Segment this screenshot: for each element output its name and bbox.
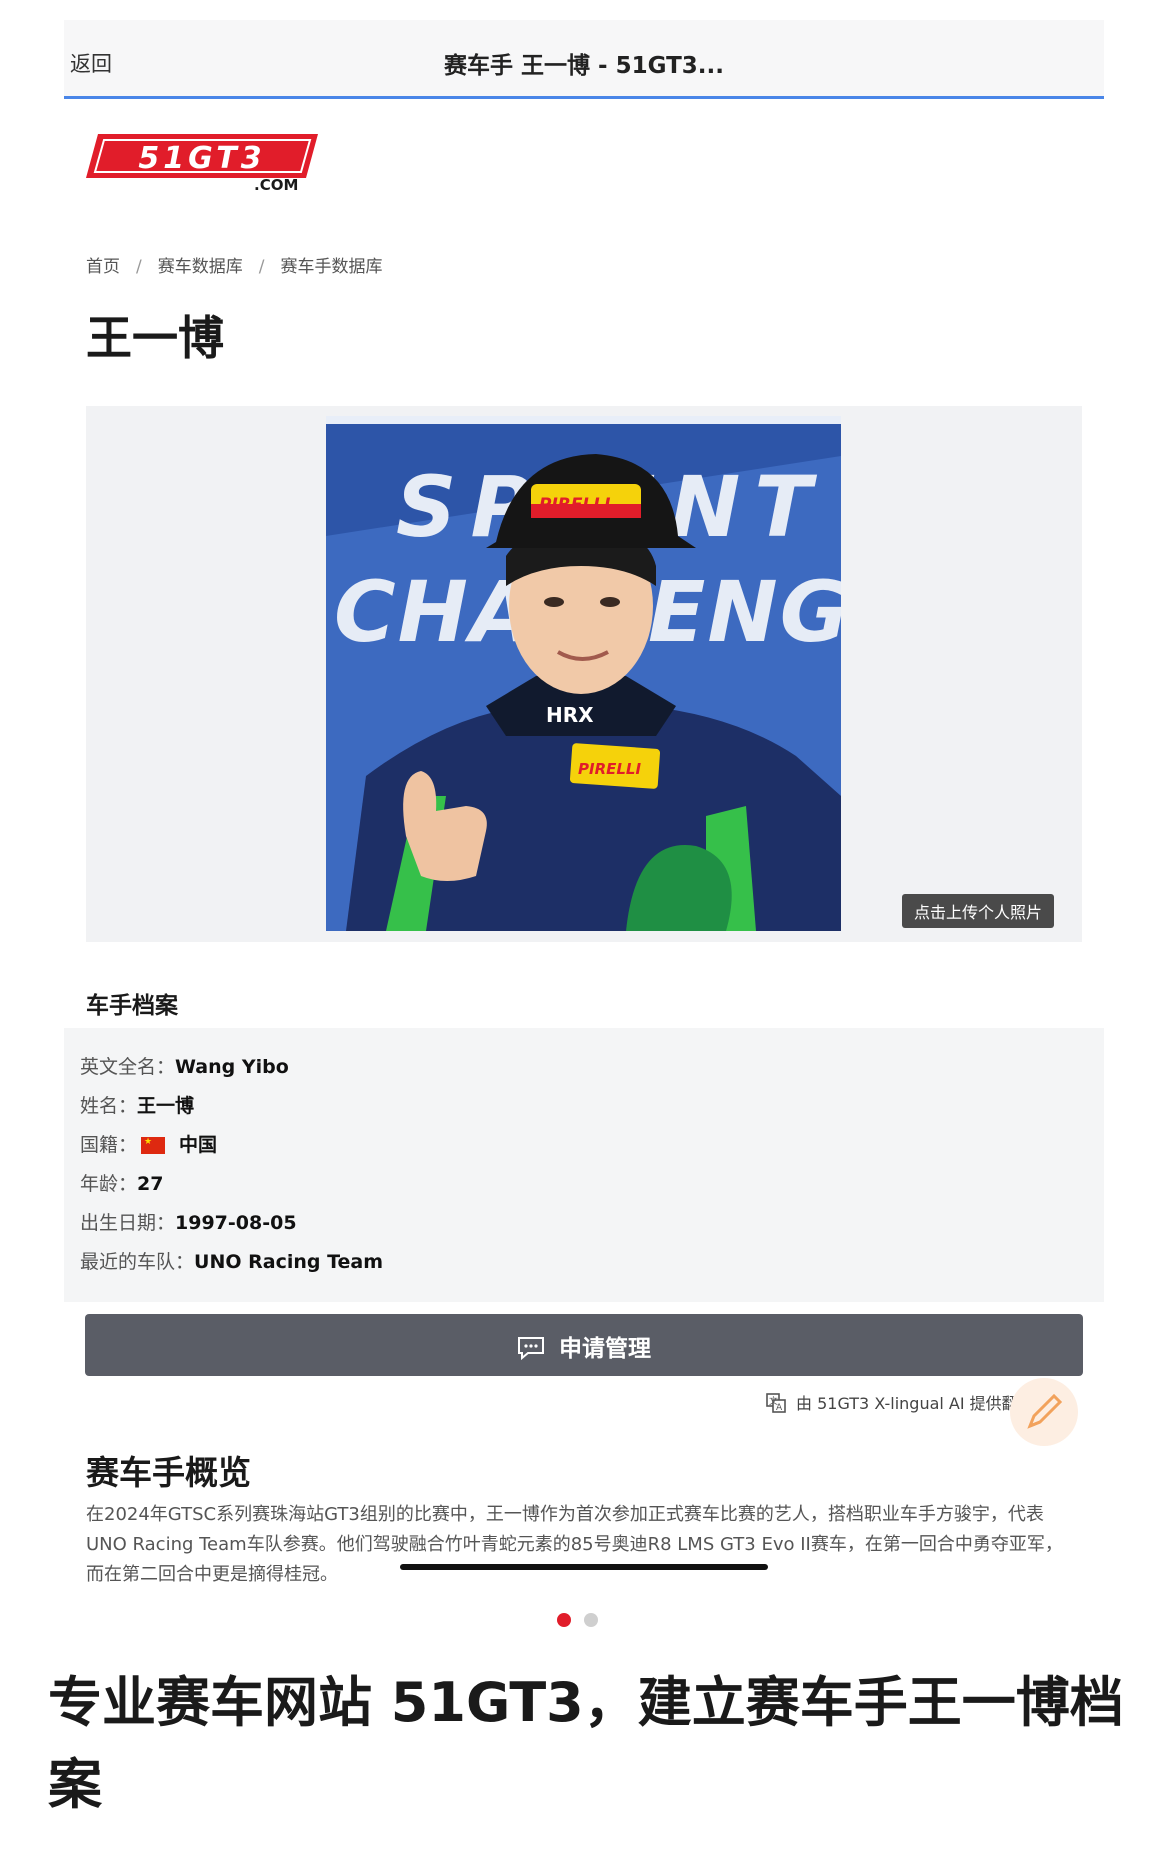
svg-text:A: A [776,1403,783,1413]
overview-text: 在2024年GTSC系列赛珠海站GT3组别的比赛中，王一博作为首次参加正式赛车比… [86,1504,1063,1585]
overview-heading: 赛车手概览 [86,1453,251,1492]
carousel-dot[interactable] [584,1613,598,1627]
driver-photo[interactable]: SPRINT CHALLENGE HRX PIRELLI PIRELLI [326,416,841,931]
breadcrumb-race-database[interactable]: 赛车数据库 [158,257,243,277]
profile-row-nationality: 国籍： ★ 中国 [80,1134,218,1156]
edit-button[interactable] [1010,1378,1078,1446]
carousel-dot-active[interactable] [557,1613,571,1627]
svg-text:HRX: HRX [546,703,594,727]
apply-manage-button[interactable]: 申请管理 [85,1314,1083,1376]
page-title: 赛车手 王一博 - 51GT3... [444,53,724,79]
edit-pencil-icon [1027,1393,1063,1429]
chat-icon [518,1337,544,1361]
upload-photo-button[interactable]: 点击上传个人照片 [902,894,1055,928]
nav-underline [64,96,1104,99]
profile-heading: 车手档案 [86,993,178,1019]
profile-row-name: 姓名：王一博 [80,1095,195,1117]
profile-row-team: 最近的车队：UNO Racing Team [80,1251,384,1273]
svg-text:PIRELLI: PIRELLI [578,760,641,778]
profile-row-age: 年龄：27 [80,1173,164,1195]
china-flag-icon: ★ [141,1137,166,1154]
ai-translation-note: 文 A 由 51GT3 X-lingual AI 提供翻译 [766,1390,1034,1414]
breadcrumb-home[interactable]: 首页 [86,257,120,277]
translate-icon: 文 A [766,1393,786,1413]
svg-text:51GT3: 51GT3 [138,141,265,176]
svg-text:PIRELLI: PIRELLI [539,495,610,515]
post-caption: 专业赛车网站 51GT3，建立赛车手王一博档案 [48,1671,1124,1816]
profile-card: 英文全名：Wang Yibo 姓名：王一博 国籍： ★ 中国 年龄：27 出生日期：… [64,1028,1104,1302]
breadcrumb: 首页 / 赛车数据库 / 赛车手数据库 [86,257,383,277]
top-nav-bar: 返回 赛车手 王一博 - 51GT3... [64,20,1104,96]
logo-domain-suffix: .COM [254,176,299,194]
profile-row-birthdate: 出生日期：1997-08-05 [80,1212,297,1234]
breadcrumb-driver-database[interactable]: 赛车手数据库 [280,257,382,277]
driver-name-heading: 王一博 [86,311,224,365]
profile-row-english-name: 英文全名：Wang Yibo [80,1056,289,1078]
scroll-indicator[interactable] [400,1564,768,1570]
apply-manage-label: 申请管理 [559,1336,651,1362]
